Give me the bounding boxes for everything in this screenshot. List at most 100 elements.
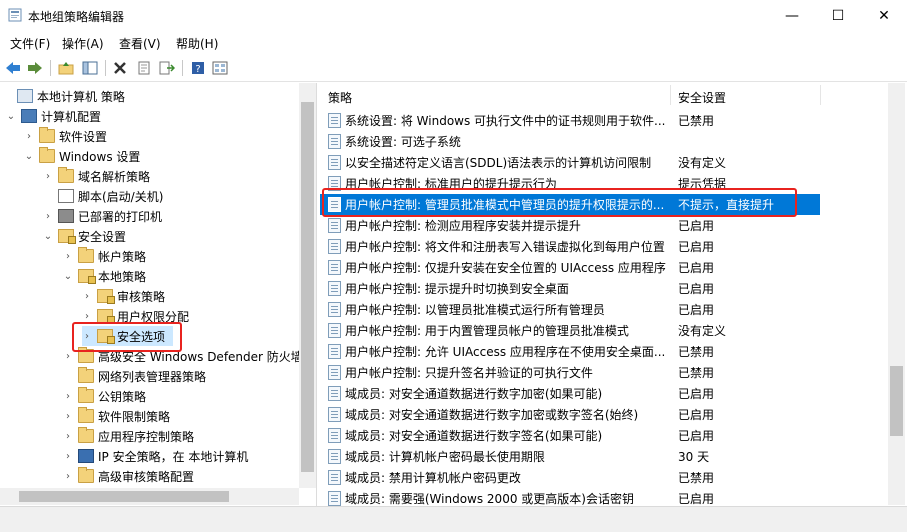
list-header: 策略 安全设置 xyxy=(320,83,888,107)
tree-item-software-settings[interactable]: › 软件设置 xyxy=(24,126,107,146)
svg-text:?: ? xyxy=(195,64,200,75)
chevron-right-icon[interactable]: › xyxy=(82,291,92,302)
policy-row[interactable]: 域成员: 对安全通道数据进行数字加密或数字签名(始终) 已启用 xyxy=(320,404,820,425)
show-hide-tree-icon[interactable] xyxy=(81,59,99,77)
menu-bar: 文件(F) 操作(A) 查看(V) 帮助(H) xyxy=(0,31,907,55)
chevron-down-icon[interactable]: ⌄ xyxy=(43,231,53,242)
script-icon xyxy=(58,189,74,203)
tree-horizontal-scrollbar[interactable] xyxy=(0,488,299,505)
column-header-policy[interactable]: 策略 xyxy=(328,89,352,106)
close-button[interactable]: ✕ xyxy=(861,0,907,31)
tree-item-security-settings[interactable]: ⌄ 安全设置 xyxy=(43,226,126,246)
policy-icon xyxy=(328,344,341,359)
policy-row[interactable]: 域成员: 禁用计算机帐户密码更改 已禁用 xyxy=(320,467,820,488)
delete-icon[interactable] xyxy=(111,59,129,77)
title-bar: 本地组策略编辑器 — ☐ ✕ xyxy=(0,0,907,31)
export-list-icon[interactable] xyxy=(158,59,176,77)
back-icon[interactable] xyxy=(4,59,22,77)
policy-row[interactable]: 域成员: 计算机帐户密码最长使用期限 30 天 xyxy=(320,446,820,467)
tree-item-defender-firewall[interactable]: › 高级安全 Windows Defender 防火墙 xyxy=(63,346,303,366)
chevron-right-icon[interactable]: › xyxy=(82,311,92,322)
menu-file[interactable]: 文件(F) xyxy=(10,35,50,52)
chevron-right-icon[interactable]: › xyxy=(24,131,34,142)
filter-options-icon[interactable] xyxy=(211,59,229,77)
menu-view[interactable]: 查看(V) xyxy=(119,35,161,52)
policy-row[interactable]: 用户帐户控制: 只提升签名并验证的可执行文件 已禁用 xyxy=(320,362,820,383)
policy-icon xyxy=(328,428,341,443)
folder-icon xyxy=(78,387,94,403)
up-folder-icon[interactable] xyxy=(57,59,75,77)
tree-item-name-resolution-policy[interactable]: › 域名解析策略 xyxy=(43,166,150,186)
policy-row[interactable]: 系统设置: 可选子系统 xyxy=(320,131,820,152)
menu-help[interactable]: 帮助(H) xyxy=(176,35,218,52)
policy-row[interactable]: 用户帐户控制: 检测应用程序安装并提示提升 已启用 xyxy=(320,215,820,236)
policy-editor-app-icon xyxy=(8,8,22,22)
policy-row[interactable]: 用户帐户控制: 提示提升时切换到安全桌面 已启用 xyxy=(320,278,820,299)
tree-item-computer-config[interactable]: ⌄ 计算机配置 xyxy=(6,106,101,126)
chevron-down-icon[interactable]: ⌄ xyxy=(63,271,73,282)
chevron-right-icon[interactable]: › xyxy=(63,471,73,482)
tree-item-public-key-policies[interactable]: › 公钥策略 xyxy=(63,386,146,406)
policy-row[interactable]: 用户帐户控制: 以管理员批准模式运行所有管理员 已启用 xyxy=(320,299,820,320)
tree-item-app-control[interactable]: › 应用程序控制策略 xyxy=(63,426,194,446)
column-header-setting[interactable]: 安全设置 xyxy=(678,89,726,106)
folder-icon xyxy=(78,247,94,263)
chevron-right-icon[interactable]: › xyxy=(63,451,73,462)
tree-horizontal-scroll-thumb[interactable] xyxy=(19,491,229,502)
list-vertical-scrollbar[interactable] xyxy=(888,83,905,505)
policy-row[interactable]: 用户帐户控制: 仅提升安装在安全位置的 UIAccess 应用程序 已启用 xyxy=(320,257,820,278)
policy-row[interactable]: 域成员: 对安全通道数据进行数字签名(如果可能) 已启用 xyxy=(320,425,820,446)
tree-item-scripts[interactable]: 脚本(启动/关机) xyxy=(43,186,163,206)
chevron-right-icon[interactable]: › xyxy=(43,211,53,222)
tree-vertical-scroll-thumb[interactable] xyxy=(301,102,314,472)
policy-row[interactable]: 域成员: 对安全通道数据进行数字加密(如果可能) 已启用 xyxy=(320,383,820,404)
firewall-icon xyxy=(78,347,94,363)
chevron-right-icon[interactable]: › xyxy=(63,251,73,262)
tree-pane[interactable]: 本地计算机 策略 ⌄ 计算机配置 › 软件设置 ⌄ Windows 设置 › 域… xyxy=(0,83,317,506)
chevron-right-icon[interactable]: › xyxy=(63,431,73,442)
policy-row[interactable]: 用户帐户控制: 允许 UIAccess 应用程序在不使用安全桌面... 已禁用 xyxy=(320,341,820,362)
policy-row-selected[interactable]: 用户帐户控制: 管理员批准模式中管理员的提升权限提示的... 不提示，直接提升 xyxy=(320,194,820,215)
policy-icon xyxy=(328,323,341,338)
policy-row[interactable]: 用户帐户控制: 用于内置管理员帐户的管理员批准模式 没有定义 xyxy=(320,320,820,341)
minimize-button[interactable]: — xyxy=(769,0,815,31)
tree-vertical-scrollbar[interactable] xyxy=(299,83,316,488)
tree-item-network-list-manager[interactable]: 网络列表管理器策略 xyxy=(63,366,206,386)
maximize-button[interactable]: ☐ xyxy=(815,0,861,31)
printer-icon xyxy=(58,209,74,223)
folder-icon xyxy=(39,147,55,163)
tree-item-user-rights-assignment[interactable]: › 用户权限分配 xyxy=(82,306,189,326)
tree-item-software-restriction[interactable]: › 软件限制策略 xyxy=(63,406,170,426)
tree-item-local-computer-policy[interactable]: 本地计算机 策略 xyxy=(2,86,125,106)
policy-row[interactable]: 域成员: 需要强(Windows 2000 或更高版本)会话密钥 已启用 xyxy=(320,488,820,506)
policy-icon xyxy=(328,134,341,149)
properties-icon[interactable] xyxy=(135,59,153,77)
tree-item-advanced-audit[interactable]: › 高级审核策略配置 xyxy=(63,466,194,486)
policy-row[interactable]: 系统设置: 将 Windows 可执行文件中的证书规则用于软件... 已禁用 xyxy=(320,110,820,131)
help-icon[interactable]: ? xyxy=(189,59,207,77)
chevron-down-icon[interactable]: ⌄ xyxy=(24,151,34,162)
forward-icon[interactable] xyxy=(26,59,44,77)
chevron-right-icon[interactable]: › xyxy=(63,391,73,402)
list-vertical-scroll-thumb[interactable] xyxy=(890,366,903,436)
policy-row[interactable]: 以安全描述符定义语言(SDDL)语法表示的计算机访问限制 没有定义 xyxy=(320,152,820,173)
tree-item-ip-security[interactable]: › IP 安全策略，在 本地计算机 xyxy=(63,446,248,466)
policy-icon xyxy=(328,155,341,170)
chevron-right-icon[interactable]: › xyxy=(43,171,53,182)
tree-item-account-policies[interactable]: › 帐户策略 xyxy=(63,246,146,266)
chevron-right-icon[interactable]: › xyxy=(63,411,73,422)
policy-icon xyxy=(328,113,341,128)
chevron-down-icon[interactable]: ⌄ xyxy=(6,111,16,122)
chevron-right-icon[interactable]: › xyxy=(82,331,92,342)
policy-list-pane[interactable]: 策略 安全设置 系统设置: 将 Windows 可执行文件中的证书规则用于软件.… xyxy=(320,83,907,506)
policy-icon xyxy=(328,491,341,506)
policy-row[interactable]: 用户帐户控制: 标准用户的提升提示行为 提示凭据 xyxy=(320,173,820,194)
tree-item-local-policies[interactable]: ⌄ 本地策略 xyxy=(63,266,146,286)
policy-row[interactable]: 用户帐户控制: 将文件和注册表写入错误虚拟化到每用户位置 已启用 xyxy=(320,236,820,257)
tree-item-windows-settings[interactable]: ⌄ Windows 设置 xyxy=(24,146,140,166)
menu-action[interactable]: 操作(A) xyxy=(62,35,104,52)
tree-item-audit-policy[interactable]: › 审核策略 xyxy=(82,286,165,306)
chevron-right-icon[interactable]: › xyxy=(63,351,73,362)
tree-item-deployed-printers[interactable]: › 已部署的打印机 xyxy=(43,206,162,226)
tree-item-security-options[interactable]: › 安全选项 xyxy=(82,326,174,346)
